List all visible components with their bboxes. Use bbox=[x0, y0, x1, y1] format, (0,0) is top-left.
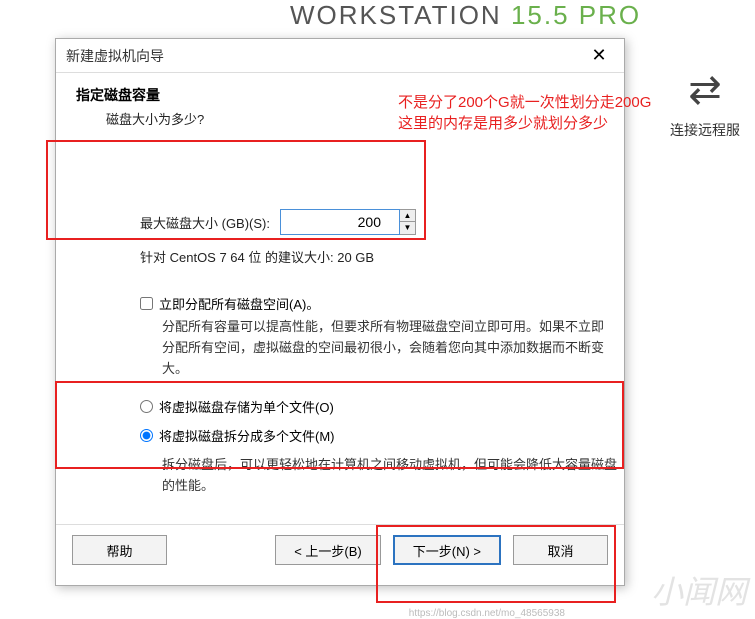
max-disk-label: 最大磁盘大小 (GB)(S): bbox=[140, 213, 270, 232]
allocate-now-checkbox[interactable]: 立即分配所有磁盘空间(A)。 bbox=[140, 294, 610, 313]
back-button[interactable]: < 上一步(B) bbox=[275, 535, 381, 565]
bg-side: ⇄ 连接远程服 bbox=[655, 70, 755, 140]
spinner-down-icon[interactable]: ▼ bbox=[400, 222, 415, 234]
disk-size-section: 最大磁盘大小 (GB)(S): ▲ ▼ 针对 CentOS 7 64 位 的建议… bbox=[140, 209, 620, 266]
dialog-title: 新建虚拟机向导 bbox=[66, 46, 164, 66]
close-icon[interactable]: ✕ bbox=[584, 45, 614, 66]
swap-icon: ⇄ bbox=[655, 70, 755, 110]
disk-file-radios: 将虚拟磁盘存储为单个文件(O) 将虚拟磁盘拆分成多个文件(M) 拆分磁盘后，可以… bbox=[140, 397, 618, 497]
next-button[interactable]: 下一步(N) > bbox=[393, 535, 501, 565]
allocate-now-input[interactable] bbox=[140, 297, 153, 310]
radio-multi-file[interactable]: 将虚拟磁盘拆分成多个文件(M) bbox=[140, 426, 618, 445]
radio-multi-input[interactable] bbox=[140, 429, 153, 442]
recommended-size: 针对 CentOS 7 64 位 的建议大小: 20 GB bbox=[140, 247, 620, 266]
connect-remote-label[interactable]: 连接远程服 bbox=[655, 120, 755, 140]
radio-single-input[interactable] bbox=[140, 400, 153, 413]
help-button[interactable]: 帮助 bbox=[72, 535, 167, 565]
titlebar: 新建虚拟机向导 ✕ bbox=[56, 39, 624, 73]
annotation-text: 不是分了200个G就一次性划分走200G 这里的内存是用多少就划分多少 bbox=[398, 92, 651, 134]
radio-multi-label: 将虚拟磁盘拆分成多个文件(M) bbox=[159, 426, 335, 445]
allocate-desc: 分配所有容量可以提高性能，但要求所有物理磁盘空间立即可用。如果不立即分配所有空间… bbox=[162, 317, 610, 379]
max-disk-input[interactable] bbox=[280, 209, 400, 235]
watermark: 小闻网 bbox=[651, 567, 747, 613]
radio-single-file[interactable]: 将虚拟磁盘存储为单个文件(O) bbox=[140, 397, 618, 416]
disk-size-spinner[interactable]: ▲ ▼ bbox=[400, 209, 416, 235]
cancel-button[interactable]: 取消 bbox=[513, 535, 608, 565]
allocate-now-label: 立即分配所有磁盘空间(A)。 bbox=[159, 294, 319, 313]
button-bar: 帮助 < 上一步(B) 下一步(N) > 取消 bbox=[56, 524, 624, 575]
radio-single-label: 将虚拟磁盘存储为单个文件(O) bbox=[159, 397, 334, 416]
allocate-section: 立即分配所有磁盘空间(A)。 分配所有容量可以提高性能，但要求所有物理磁盘空间立… bbox=[140, 294, 610, 379]
source-url: https://blog.csdn.net/mo_48565938 bbox=[409, 608, 565, 619]
multi-file-desc: 拆分磁盘后，可以更轻松地在计算机之间移动虚拟机，但可能会降低大容量磁盘的性能。 bbox=[162, 455, 618, 497]
spinner-up-icon[interactable]: ▲ bbox=[400, 210, 415, 222]
bg-title: WORKSTATION 15.5 PRO bbox=[290, 0, 641, 31]
